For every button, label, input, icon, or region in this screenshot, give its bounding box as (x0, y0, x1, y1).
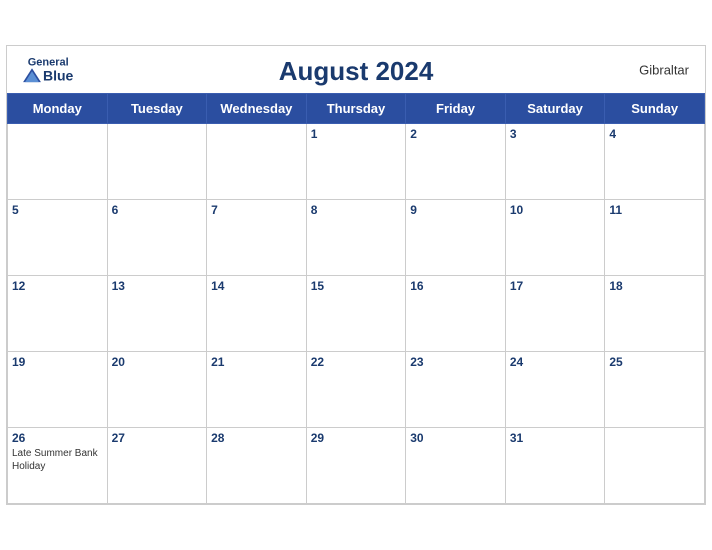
day-cell: 25 (605, 352, 705, 428)
day-cell (605, 428, 705, 504)
day-cell: 27 (107, 428, 207, 504)
weekday-header-row: Monday Tuesday Wednesday Thursday Friday… (8, 94, 705, 124)
day-number: 12 (12, 279, 103, 293)
day-cell: 17 (505, 276, 605, 352)
day-cell: 4 (605, 124, 705, 200)
day-cell: 23 (406, 352, 506, 428)
logo-icon (23, 69, 41, 83)
header-tuesday: Tuesday (107, 94, 207, 124)
day-number: 10 (510, 203, 601, 217)
day-number: 14 (211, 279, 302, 293)
day-cell: 13 (107, 276, 207, 352)
day-number: 4 (609, 127, 700, 141)
day-cell: 19 (8, 352, 108, 428)
calendar-title: August 2024 (279, 56, 434, 87)
day-number: 30 (410, 431, 501, 445)
day-cell: 20 (107, 352, 207, 428)
day-cell: 21 (207, 352, 307, 428)
logo: General Blue (23, 56, 73, 83)
day-number: 5 (12, 203, 103, 217)
day-number: 2 (410, 127, 501, 141)
calendar-table: Monday Tuesday Wednesday Thursday Friday… (7, 93, 705, 504)
day-number: 13 (112, 279, 203, 293)
day-cell: 12 (8, 276, 108, 352)
header-thursday: Thursday (306, 94, 406, 124)
week-row-1: 1234 (8, 124, 705, 200)
week-row-3: 12 13 14 15 16 17 18 (8, 276, 705, 352)
day-number: 24 (510, 355, 601, 369)
day-cell: 16 (406, 276, 506, 352)
header-wednesday: Wednesday (207, 94, 307, 124)
day-cell: 26 Late Summer Bank Holiday (8, 428, 108, 504)
day-number: 17 (510, 279, 601, 293)
header-sunday: Sunday (605, 94, 705, 124)
day-number: 29 (311, 431, 402, 445)
day-number: 23 (410, 355, 501, 369)
day-number: 9 (410, 203, 501, 217)
event-text: Late Summer Bank Holiday (12, 447, 103, 473)
header-friday: Friday (406, 94, 506, 124)
region-label: Gibraltar (639, 62, 689, 77)
day-cell: 22 (306, 352, 406, 428)
day-number: 21 (211, 355, 302, 369)
day-number: 22 (311, 355, 402, 369)
day-number: 20 (112, 355, 203, 369)
week-row-2: 56789 10 11 (8, 200, 705, 276)
day-cell: 2 (406, 124, 506, 200)
day-cell (107, 124, 207, 200)
day-number: 1 (311, 127, 402, 141)
header-saturday: Saturday (505, 94, 605, 124)
day-cell: 29 (306, 428, 406, 504)
day-cell: 5 (8, 200, 108, 276)
day-number: 18 (609, 279, 700, 293)
day-cell: 9 (406, 200, 506, 276)
day-number: 27 (112, 431, 203, 445)
day-cell: 6 (107, 200, 207, 276)
week-row-4: 19 20 21 22 23 24 25 (8, 352, 705, 428)
day-number: 8 (311, 203, 402, 217)
day-cell: 18 (605, 276, 705, 352)
day-number: 3 (510, 127, 601, 141)
day-cell: 24 (505, 352, 605, 428)
day-number: 25 (609, 355, 700, 369)
header-monday: Monday (8, 94, 108, 124)
day-cell: 10 (505, 200, 605, 276)
day-cell: 1 (306, 124, 406, 200)
day-number: 19 (12, 355, 103, 369)
day-number: 15 (311, 279, 402, 293)
day-number: 11 (609, 203, 700, 217)
day-number: 7 (211, 203, 302, 217)
day-cell: 8 (306, 200, 406, 276)
day-cell: 31 (505, 428, 605, 504)
day-number: 28 (211, 431, 302, 445)
day-cell: 30 (406, 428, 506, 504)
day-cell: 28 (207, 428, 307, 504)
day-number: 6 (112, 203, 203, 217)
day-cell: 11 (605, 200, 705, 276)
calendar: General Blue August 2024 Gibraltar Monda… (6, 45, 706, 505)
day-number: 26 (12, 431, 103, 445)
week-row-5: 26 Late Summer Bank Holiday 27 28 29 30 31 (8, 428, 705, 504)
logo-blue-text: Blue (43, 68, 73, 83)
day-number: 31 (510, 431, 601, 445)
day-cell (8, 124, 108, 200)
day-cell: 7 (207, 200, 307, 276)
calendar-header: General Blue August 2024 Gibraltar (7, 46, 705, 93)
day-cell (207, 124, 307, 200)
day-cell: 14 (207, 276, 307, 352)
day-cell: 3 (505, 124, 605, 200)
day-cell: 15 (306, 276, 406, 352)
day-number: 16 (410, 279, 501, 293)
